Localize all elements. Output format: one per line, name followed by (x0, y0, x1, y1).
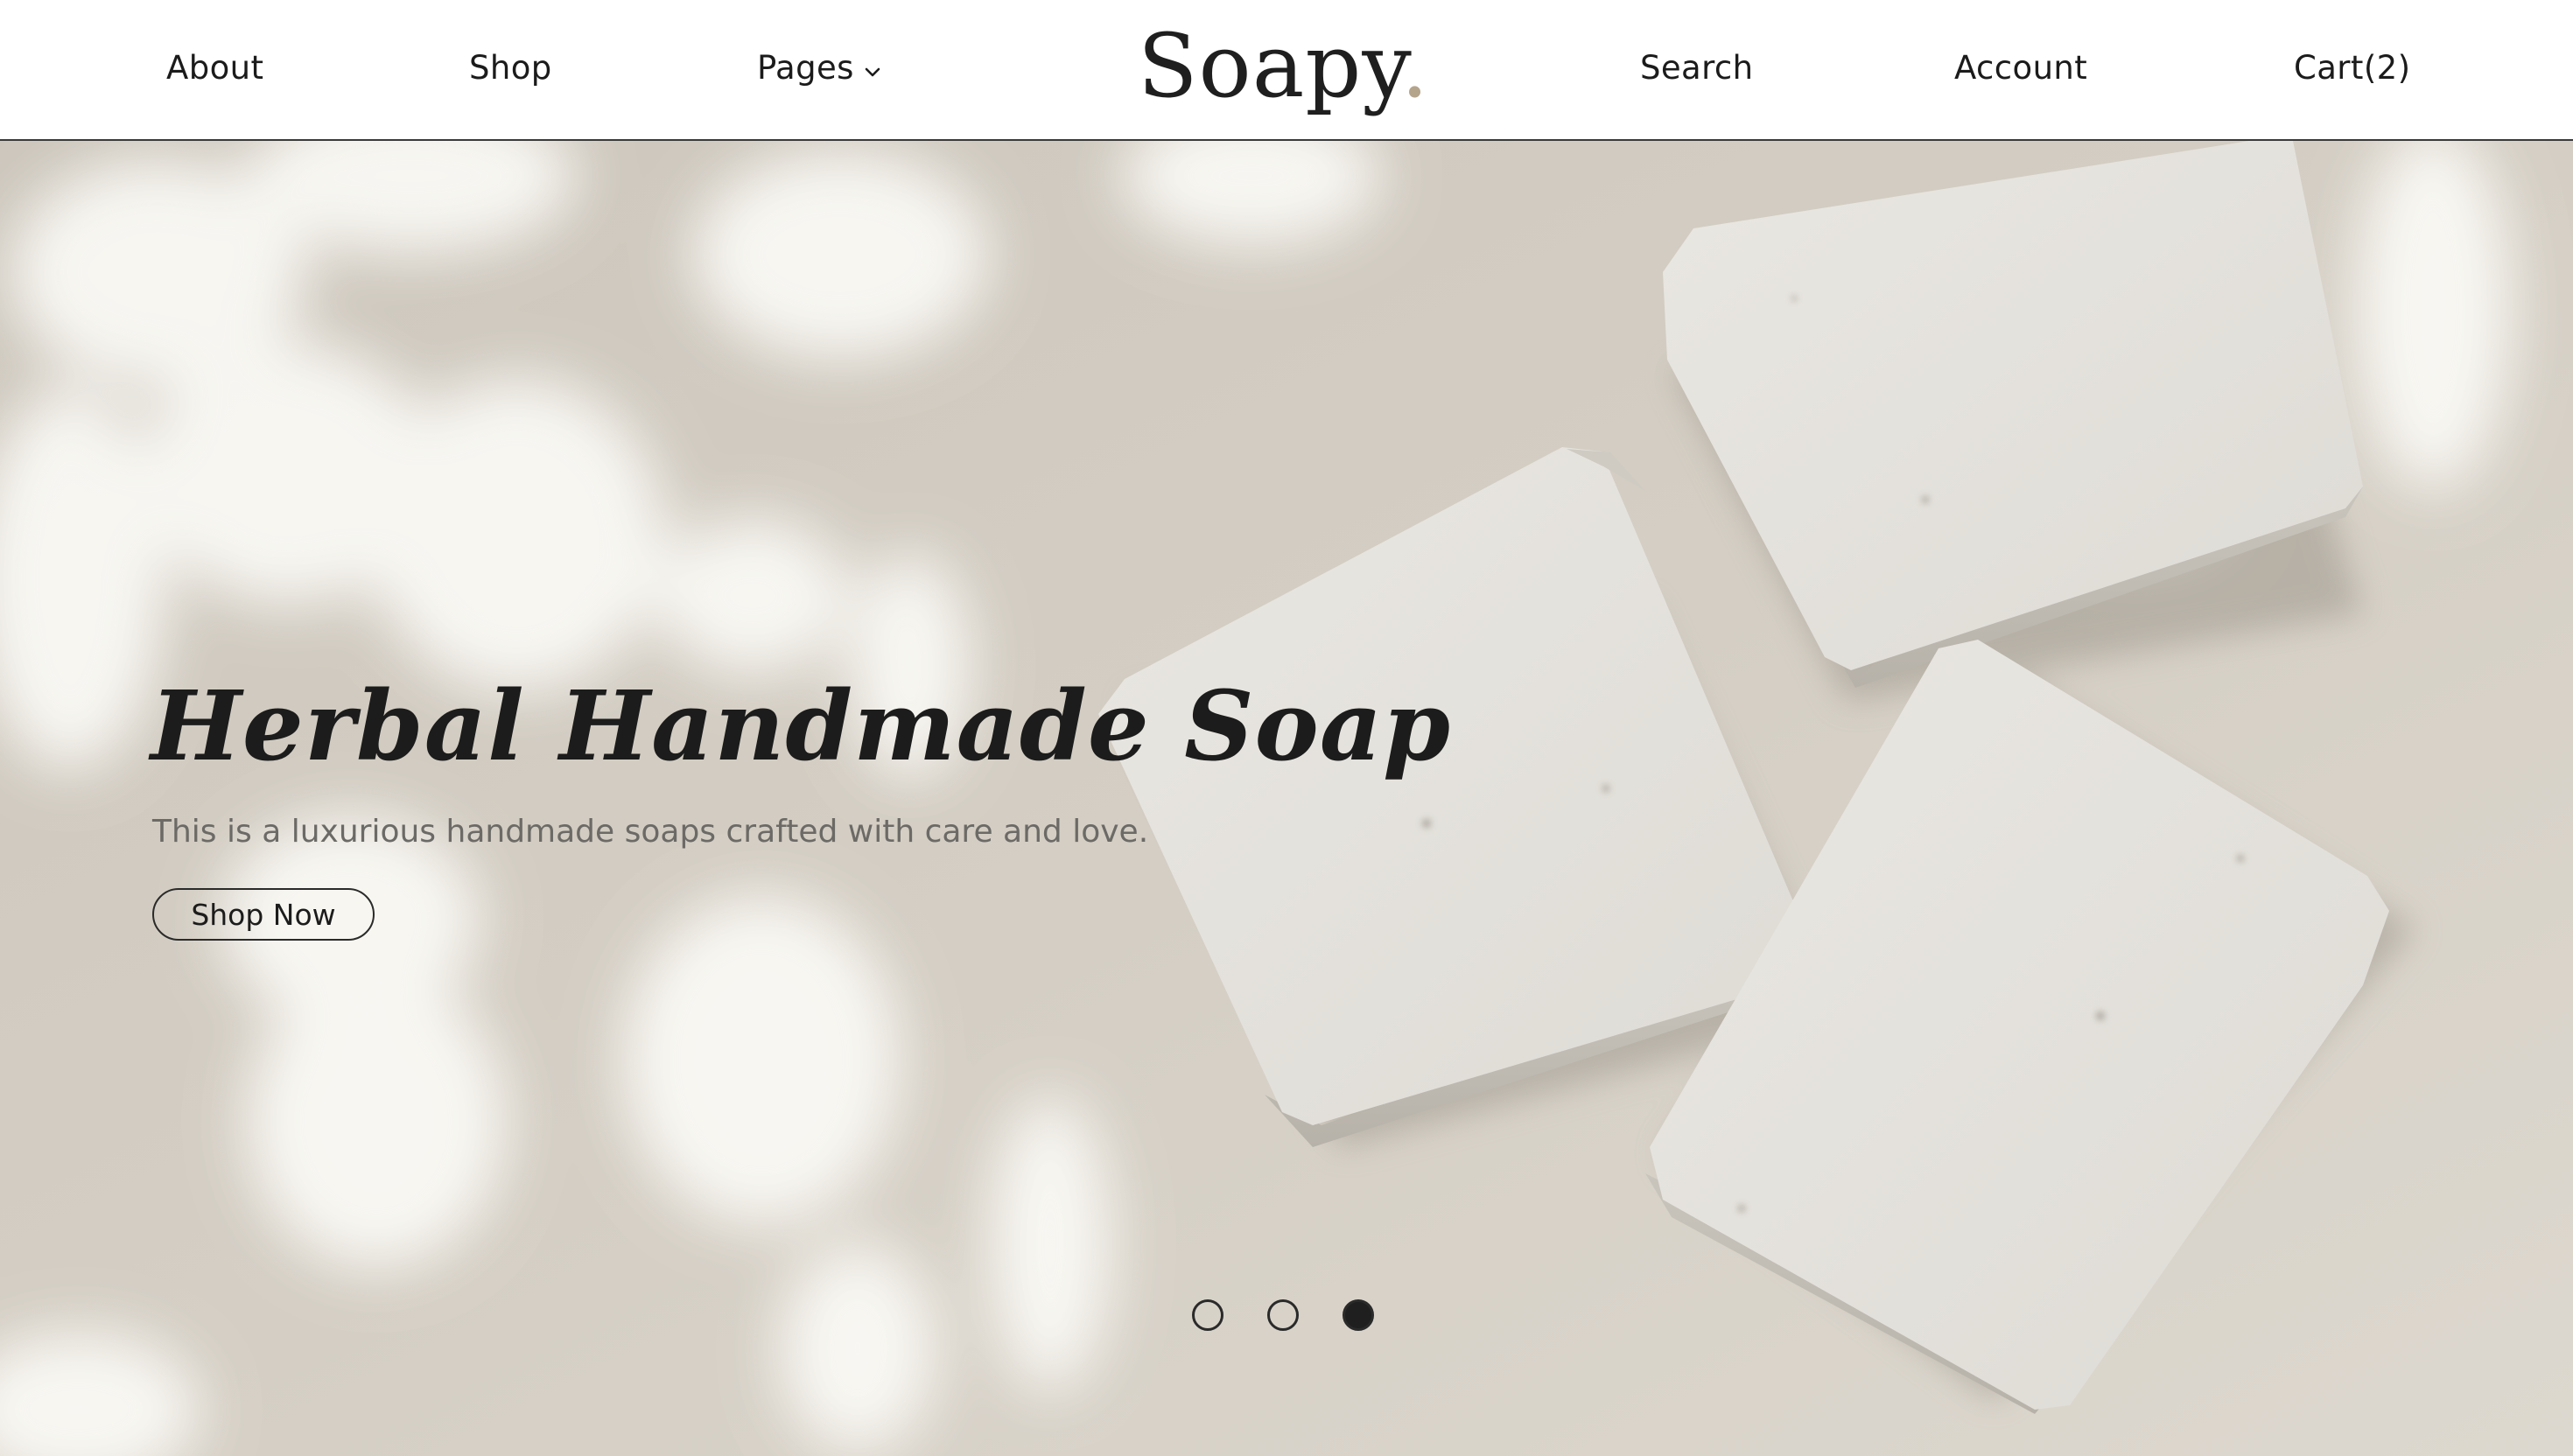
nav-account-link[interactable]: Account (1954, 49, 2087, 88)
cart-label: Cart (2294, 49, 2364, 87)
nav-pages-label: Pages (757, 49, 854, 87)
nav-search-link[interactable]: Search (1640, 49, 1754, 88)
logo-dot: . (1400, 15, 1430, 117)
shop-now-button[interactable]: Shop Now (152, 888, 375, 941)
chevron-down-icon (865, 67, 880, 77)
nav-pages-dropdown[interactable]: Pages (757, 49, 882, 88)
hero-soap-photo (0, 141, 2573, 1456)
hero-subtitle: This is a luxurious handmade soaps craft… (152, 814, 1149, 850)
carousel-dot-1[interactable] (1192, 1299, 1223, 1331)
hero-title: Herbal Handmade Soap (151, 669, 1452, 782)
carousel-dot-2[interactable] (1267, 1299, 1299, 1331)
brand-logo[interactable]: Soapy. (1138, 5, 1429, 128)
carousel-pagination (1192, 1299, 1374, 1331)
cart-count: (2) (2363, 49, 2411, 87)
nav-about-link[interactable]: About (166, 49, 263, 88)
logo-text: Soapy (1138, 15, 1401, 117)
carousel-dot-3-active[interactable] (1343, 1299, 1374, 1331)
nav-cart-link[interactable]: Cart (2) (2294, 49, 2410, 88)
site-header: About Shop Pages Soapy. Search Account C… (0, 0, 2573, 141)
hero-banner: Herbal Handmade Soap This is a luxurious… (0, 141, 2573, 1456)
nav-shop-link[interactable]: Shop (469, 49, 552, 88)
